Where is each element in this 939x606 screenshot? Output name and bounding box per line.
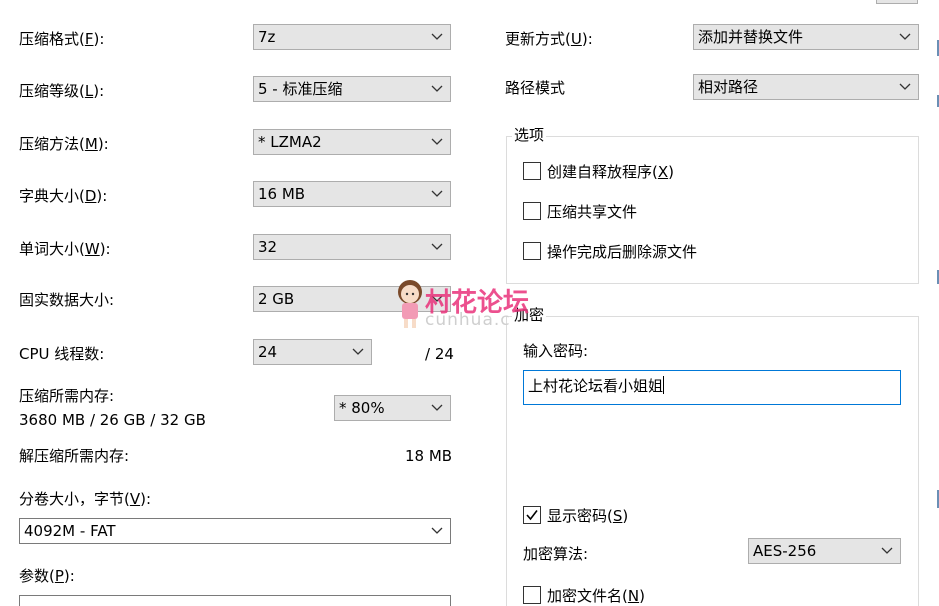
threads-select[interactable]: 24	[253, 339, 372, 365]
method-label: 压缩方法(M):	[19, 135, 109, 153]
encrypt-names-label: 加密文件名(N)	[547, 587, 645, 605]
chevron-down-icon	[899, 83, 911, 90]
shared-checkbox[interactable]	[523, 202, 541, 220]
options-title: 选项	[512, 126, 547, 144]
watermark: 村花论坛 cunhua.c	[393, 278, 553, 334]
decompress-label: 解压缩所需内存:	[19, 447, 130, 465]
chevron-down-icon	[431, 33, 443, 40]
encryption-method-select[interactable]: AES-256	[748, 538, 901, 564]
password-value: 上村花论坛看小姐姐	[528, 376, 665, 395]
text-caret	[663, 376, 665, 394]
solid-label: 固实数据大小:	[19, 291, 115, 309]
shared-label: 压缩共享文件	[547, 203, 638, 221]
partial-button[interactable]	[876, 0, 918, 4]
chevron-down-icon	[899, 33, 911, 40]
delete-label: 操作完成后删除源文件	[547, 243, 698, 261]
update-label: 更新方式(U):	[505, 30, 593, 48]
volume-label: 分卷大小，字节(V):	[19, 490, 152, 508]
encryption-method-value: AES-256	[753, 542, 817, 560]
word-select[interactable]: 32	[253, 234, 451, 260]
show-password-checkbox[interactable]	[523, 506, 541, 524]
password-label: 输入密码:	[523, 342, 589, 360]
path-value: 相对路径	[698, 78, 759, 96]
volume-value: 4092M - FAT	[24, 522, 116, 540]
sfx-label: 创建自释放程序(X)	[547, 163, 674, 181]
memory-label: 压缩所需内存:	[19, 387, 115, 405]
chevron-down-icon	[352, 348, 364, 355]
watermark-subtitle: cunhua.c	[425, 310, 511, 330]
threads-value: 24	[258, 343, 278, 361]
compression-settings-dialog: 压缩格式(F): 7z 压缩等级(L): 5 - 标准压缩 压缩方法(M): *…	[0, 0, 939, 606]
dict-label: 字典大小(D):	[19, 187, 108, 205]
chevron-down-icon	[431, 85, 443, 92]
memory-select[interactable]: * 80%	[334, 395, 451, 421]
memory-value: * 80%	[339, 399, 385, 417]
level-label: 压缩等级(L):	[19, 82, 105, 100]
decompress-value: 18 MB	[405, 447, 453, 465]
chevron-down-icon	[431, 404, 443, 411]
level-value: 5 - 标准压缩	[258, 80, 343, 98]
mascot-icon	[398, 280, 422, 328]
path-select[interactable]: 相对路径	[693, 74, 919, 100]
chevron-down-icon	[431, 138, 443, 145]
format-select[interactable]: 7z	[253, 24, 451, 50]
chevron-down-icon	[431, 190, 443, 197]
params-input[interactable]	[19, 595, 451, 606]
chevron-down-icon	[431, 527, 443, 534]
update-value: 添加并替换文件	[698, 28, 804, 46]
password-input[interactable]: 上村花论坛看小姐姐	[523, 370, 901, 405]
chevron-down-icon	[881, 547, 893, 554]
encryption-method-label: 加密算法:	[523, 545, 589, 563]
method-select[interactable]: * LZMA2	[253, 129, 451, 155]
sfx-checkbox[interactable]	[523, 162, 541, 180]
volume-select[interactable]: 4092M - FAT	[19, 518, 451, 544]
dict-select[interactable]: 16 MB	[253, 181, 451, 207]
update-select[interactable]: 添加并替换文件	[693, 24, 919, 50]
threads-max: / 24	[425, 345, 454, 363]
word-label: 单词大小(W):	[19, 240, 111, 258]
threads-label: CPU 线程数:	[19, 345, 105, 363]
delete-checkbox[interactable]	[523, 242, 541, 260]
dict-value: 16 MB	[258, 185, 306, 203]
solid-value: 2 GB	[258, 290, 295, 308]
chevron-down-icon	[431, 243, 443, 250]
checkmark-icon	[526, 510, 538, 521]
show-password-label: 显示密码(S)	[547, 507, 629, 525]
format-value: 7z	[258, 28, 276, 46]
memory-detail: 3680 MB / 26 GB / 32 GB	[19, 411, 206, 429]
encrypt-names-checkbox[interactable]	[523, 586, 541, 604]
level-select[interactable]: 5 - 标准压缩	[253, 76, 451, 102]
path-label: 路径模式	[505, 79, 566, 97]
format-label: 压缩格式(F):	[19, 30, 105, 48]
params-label: 参数(P):	[19, 567, 75, 585]
word-value: 32	[258, 238, 278, 256]
method-value: * LZMA2	[258, 133, 322, 151]
